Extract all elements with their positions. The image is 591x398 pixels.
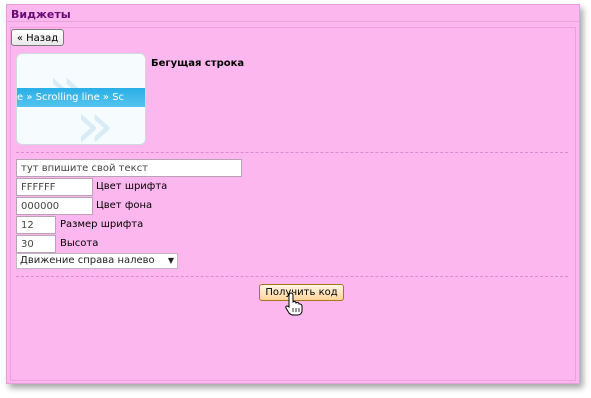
hand-pointer-icon: [285, 292, 303, 316]
font-color-input[interactable]: FFFFFF: [16, 178, 93, 196]
widget-title: Бегущая строка: [151, 58, 245, 69]
title-divider: [7, 21, 579, 22]
font-color-label: Цвет шрифта: [96, 181, 168, 192]
section-divider: [16, 152, 568, 153]
panel-title: Виджеты: [11, 8, 71, 21]
scrolling-line-preview: e » Scrolling line » Sc: [17, 88, 145, 107]
direction-selected-value: Движение справа налево: [20, 255, 155, 266]
back-button[interactable]: « Назад: [11, 29, 64, 46]
direction-select[interactable]: Движение справа налево ▼: [16, 253, 178, 269]
font-size-input[interactable]: 12: [16, 216, 56, 234]
bg-color-input[interactable]: 000000: [16, 197, 93, 215]
bg-color-label: Цвет фона: [96, 200, 153, 211]
height-label: Высота: [60, 238, 99, 249]
height-input[interactable]: 30: [16, 235, 56, 253]
font-size-label: Размер шрифта: [60, 219, 144, 230]
section-divider: [16, 276, 568, 277]
dropdown-arrow-icon: ▼: [167, 256, 174, 265]
widget-preview-thumbnail[interactable]: » » e » Scrolling line » Sc: [16, 53, 146, 145]
text-input[interactable]: тут впишите свой текст: [16, 159, 242, 177]
